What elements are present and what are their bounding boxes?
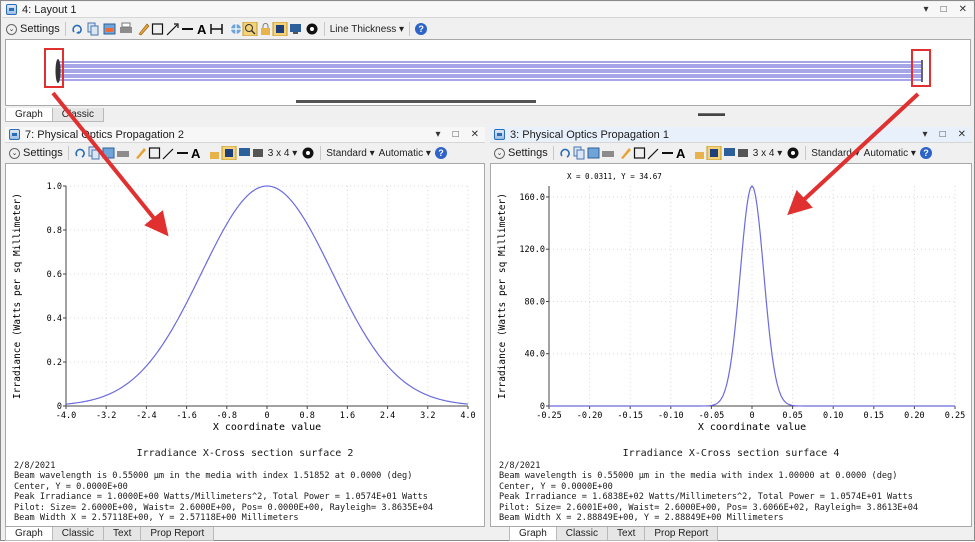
annotation-arrow-right bbox=[787, 92, 920, 216]
annotation-arrow-left bbox=[51, 91, 169, 237]
annotation-overlay bbox=[51, 91, 920, 237]
app-frame: 4: Layout 1 ▾ □ ✕ ⌄ Settings A Line Thickne… bbox=[0, 0, 975, 541]
